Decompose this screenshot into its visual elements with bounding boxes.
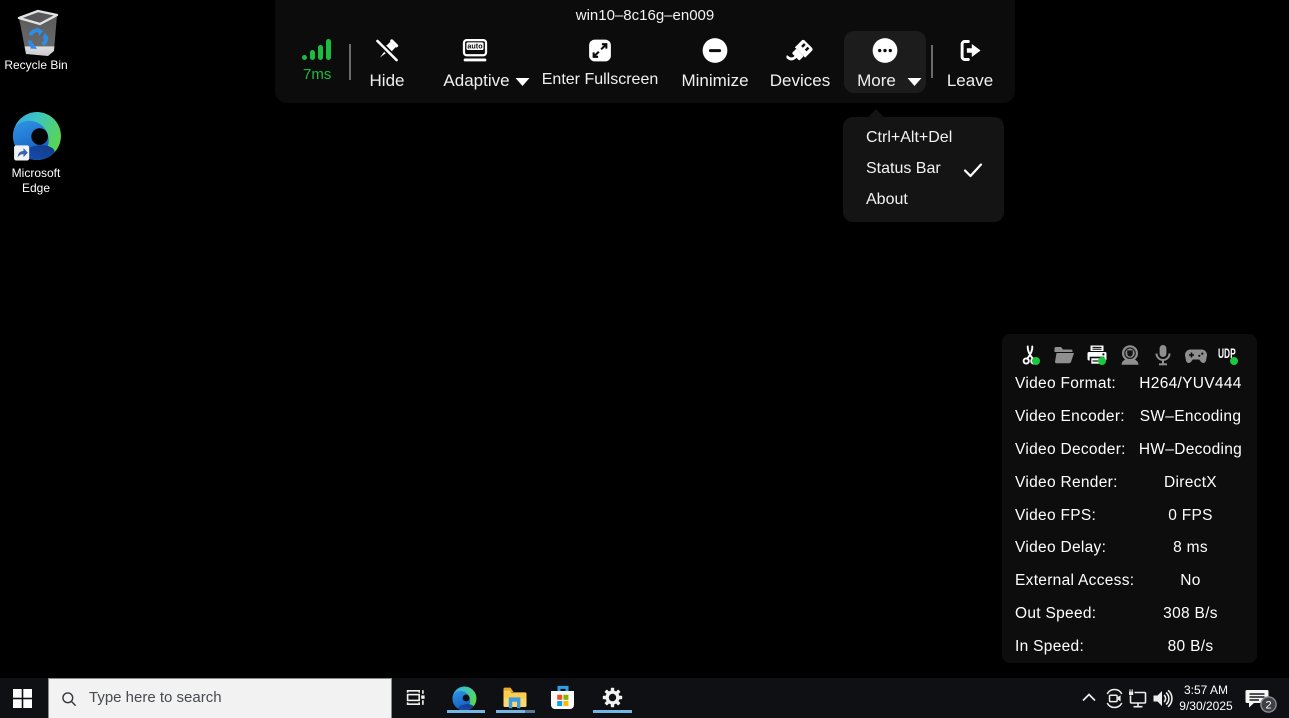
svg-text:2: 2 [1265, 699, 1271, 711]
svg-text:auto: auto [467, 42, 483, 51]
